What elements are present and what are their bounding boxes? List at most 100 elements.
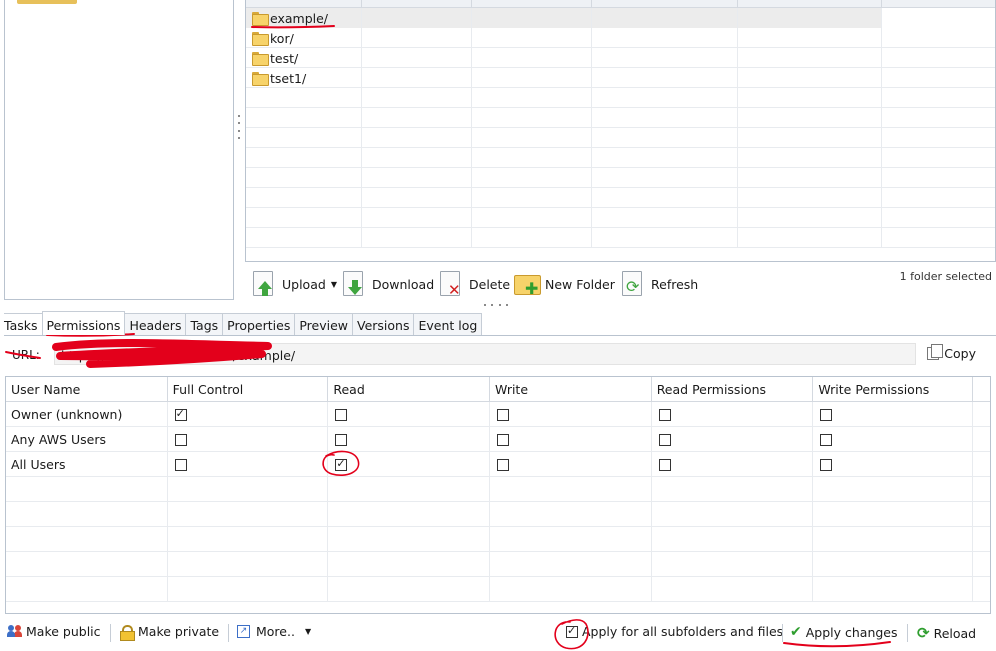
delete-button[interactable]: ✕ Delete (436, 268, 510, 300)
permission-checkbox[interactable] (497, 408, 510, 421)
download-icon (339, 269, 369, 299)
empty-cell (328, 577, 491, 602)
column-header[interactable]: Full Control (168, 377, 329, 402)
copy-button[interactable]: Copy (927, 344, 976, 361)
copy-icon (927, 344, 944, 360)
permission-checkbox[interactable] (335, 408, 348, 421)
permission-checkbox[interactable] (497, 458, 510, 471)
tab-permissions[interactable]: Permissions (41, 311, 126, 335)
more-button[interactable]: ↗ More.. ▼ (237, 624, 311, 639)
empty-cell (652, 527, 814, 552)
make-private-button[interactable]: Make private (120, 624, 219, 641)
empty-cell (813, 502, 974, 527)
users-icon (7, 625, 22, 638)
tab-headers[interactable]: Headers (124, 313, 187, 335)
horizontal-splitter-handle[interactable] (484, 304, 508, 307)
refresh-button[interactable]: ⟳ Refresh (618, 268, 698, 300)
permission-cell (813, 402, 974, 427)
file-list-row[interactable]: test/ (246, 48, 995, 68)
empty-row (246, 188, 995, 208)
file-name-cell: tset1/ (246, 68, 362, 88)
file-cell (738, 148, 882, 168)
new-folder-button[interactable]: ✚ New Folder (512, 268, 615, 300)
file-cell (738, 208, 882, 228)
empty-cell (973, 477, 990, 502)
permission-cell (328, 402, 491, 427)
file-list-row[interactable]: kor/ (246, 28, 995, 48)
reload-button[interactable]: ⟳ Reload (917, 624, 976, 642)
delete-icon: ✕ (436, 269, 466, 299)
user-name-cell: Any AWS Users (6, 427, 168, 452)
permission-row[interactable]: All Users (6, 452, 990, 477)
permission-cell (168, 402, 329, 427)
permission-checkbox[interactable] (335, 433, 348, 446)
make-public-button[interactable]: Make public (7, 624, 101, 639)
column-header-filler (973, 377, 990, 402)
permission-row[interactable]: Any AWS Users (6, 427, 990, 452)
apply-changes-label: Apply changes (805, 624, 898, 640)
folder-icon (252, 52, 269, 66)
file-cell (472, 8, 592, 28)
upload-button[interactable]: Upload ▼ (249, 268, 337, 300)
url-field[interactable]: https:// s3.amazonaws.com/example/ (54, 343, 916, 365)
empty-cell (490, 577, 652, 602)
empty-cell (6, 527, 168, 552)
file-toolbar: Upload ▼ Download ✕ Delete ✚ New Folder … (245, 266, 996, 302)
file-list-row[interactable]: tset1/ (246, 68, 995, 88)
empty-cell (168, 577, 329, 602)
file-cell (738, 88, 882, 108)
empty-row (246, 148, 995, 168)
apply-changes-button[interactable]: ✔ Apply changes (790, 624, 898, 640)
column-header[interactable]: User Name (6, 377, 168, 402)
file-cell (472, 28, 592, 48)
permission-checkbox[interactable] (174, 458, 187, 471)
tab-tasks[interactable]: Tasks (4, 313, 43, 335)
tab-event-log[interactable]: Event log (413, 313, 483, 335)
bucket-tree-panel[interactable] (4, 0, 234, 300)
column-header[interactable]: Write (490, 377, 652, 402)
tab-properties[interactable]: Properties (222, 313, 296, 335)
permission-checkbox[interactable] (658, 433, 671, 446)
tab-preview[interactable]: Preview (294, 313, 353, 335)
permission-cell (490, 427, 652, 452)
permission-row[interactable]: Owner (unknown) (6, 402, 990, 427)
permission-cell (490, 402, 652, 427)
empty-cell (328, 477, 491, 502)
permissions-table-header: User Name Full Control Read Write Read Permi… (6, 377, 990, 402)
column-header[interactable]: Read Permissions (652, 377, 814, 402)
vertical-splitter-handle[interactable] (236, 112, 242, 142)
permission-checkbox[interactable] (497, 433, 510, 446)
permissions-table: User Name Full Control Read Write Read Permi… (5, 376, 991, 614)
empty-row (246, 88, 995, 108)
apply-all-subfolders-checkbox[interactable]: Apply for all subfolders and files (564, 624, 783, 639)
empty-row (6, 552, 990, 577)
permission-checkbox[interactable] (335, 457, 348, 471)
user-name-cell: All Users (6, 452, 168, 477)
empty-cell (6, 477, 168, 502)
tab-tags[interactable]: Tags (185, 313, 224, 335)
checkbox-icon[interactable] (566, 624, 578, 638)
permission-checkbox[interactable] (658, 408, 671, 421)
folder-name: example/ (270, 10, 329, 26)
chevron-down-icon[interactable]: ▼ (331, 280, 337, 289)
file-cell (738, 68, 882, 88)
permission-checkbox[interactable] (820, 458, 833, 471)
file-list-row[interactable]: example/ (246, 8, 995, 28)
file-cell (362, 168, 472, 188)
file-cell (472, 228, 592, 248)
permission-checkbox[interactable] (820, 408, 833, 421)
file-cell (592, 188, 738, 208)
column-header[interactable]: Read (328, 377, 491, 402)
file-cell (592, 8, 738, 28)
column-header[interactable]: Write Permissions (813, 377, 974, 402)
tree-item-folder-icon (17, 0, 77, 4)
download-button[interactable]: Download (339, 268, 434, 300)
permission-checkbox[interactable] (174, 407, 187, 421)
permission-cell (652, 402, 814, 427)
tab-versions[interactable]: Versions (352, 313, 415, 335)
permission-checkbox[interactable] (658, 458, 671, 471)
permission-checkbox[interactable] (820, 433, 833, 446)
permission-checkbox[interactable] (174, 433, 187, 446)
delete-label: Delete (469, 276, 511, 292)
permission-cell (652, 427, 814, 452)
